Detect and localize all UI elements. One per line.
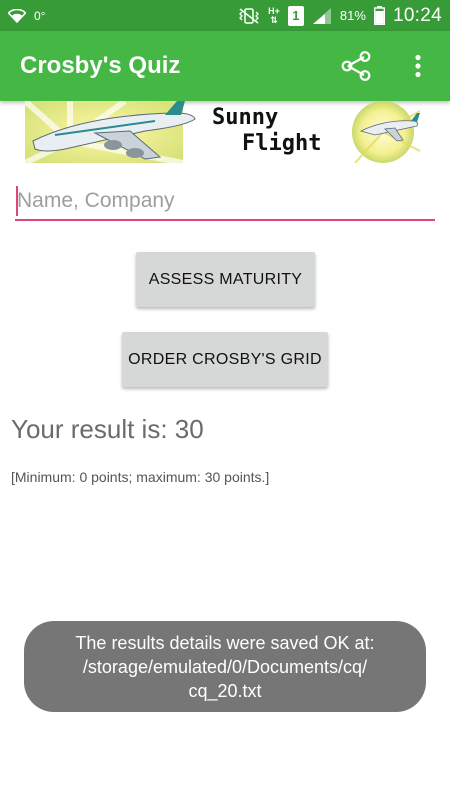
app-title: Crosby's Quiz: [20, 52, 181, 79]
signal-strength-icon: [312, 7, 332, 25]
banner-title-line2: Flight: [242, 131, 322, 156]
status-bar: 0° H+ ⇅ 1 81% 10:24: [0, 0, 450, 31]
sim-slot-icon: 1: [287, 5, 304, 26]
app-actions: [336, 46, 438, 86]
status-left: 0°: [8, 8, 46, 23]
assess-maturity-button[interactable]: ASSESS MATURITY: [136, 252, 315, 307]
status-indicator-text: 0°: [34, 8, 46, 23]
app-bar: Crosby's Quiz: [0, 31, 450, 101]
sunny-flight-banner: Sunny Flight: [25, 101, 420, 163]
data-arrows-icon: ⇅: [270, 14, 278, 25]
vibrate-mute-icon: [238, 7, 260, 24]
battery-icon: [373, 6, 385, 25]
text-cursor: [16, 186, 18, 216]
toast-line-3: cq_20.txt: [188, 680, 262, 701]
toast-line-1: The results details were saved OK at:: [75, 632, 375, 653]
score-range-note: [Minimum: 0 points; maximum: 30 points.]: [11, 469, 270, 485]
wifi-icon: [8, 8, 26, 23]
name-company-input[interactable]: [15, 183, 435, 221]
sim-slot-label: 1: [292, 8, 300, 23]
save-confirmation-toast: The results details were saved OK at: /s…: [24, 621, 426, 712]
order-crosby-grid-button[interactable]: ORDER CROSBY'S GRID: [122, 332, 328, 387]
result-text: Your result is: 30: [11, 414, 204, 444]
clock: 10:24: [392, 4, 442, 26]
overflow-menu-icon[interactable]: [398, 46, 438, 86]
network-type-icon: H+ ⇅: [268, 6, 280, 25]
banner-title-line1: Sunny: [212, 105, 279, 130]
status-right: H+ ⇅ 1 81% 10:24: [238, 5, 442, 27]
toast-line-2: /storage/emulated/0/Documents/cq/: [82, 656, 368, 677]
share-icon[interactable]: [336, 46, 376, 86]
battery-percent: 81%: [339, 8, 366, 23]
